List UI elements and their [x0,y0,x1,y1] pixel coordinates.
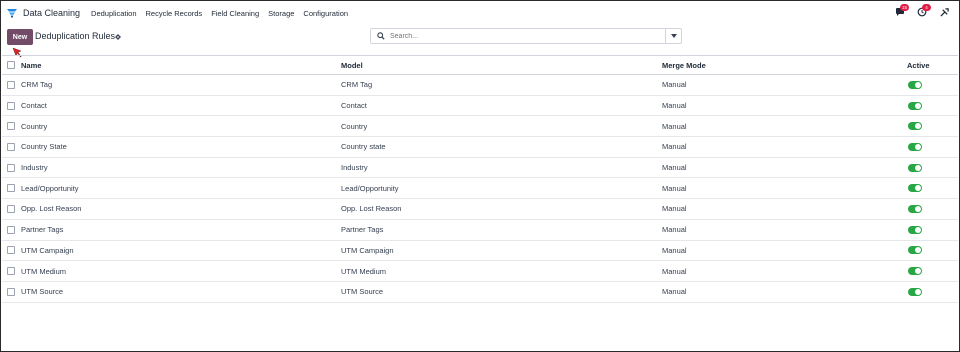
menu-field-cleaning[interactable]: Field Cleaning [211,9,259,18]
table-row[interactable]: Lead/Opportunity Lead/Opportunity Manual [2,178,958,200]
gear-icon[interactable] [115,33,121,42]
row-checkbox[interactable] [7,267,15,276]
select-all-checkbox[interactable] [7,61,15,69]
row-checkbox[interactable] [7,80,15,89]
search-bar [370,28,682,44]
cell-merge-mode: Manual [662,163,687,173]
cell-name: Opp. Lost Reason [21,204,82,214]
cell-name: UTM Campaign [21,245,74,255]
column-header-active[interactable]: Active [907,61,930,70]
data-cleaning-app-icon[interactable] [7,8,17,18]
navbar-systray: 15 4 [894,4,950,19]
search-icon [374,29,388,43]
debug-tools-button[interactable] [938,5,950,19]
cell-model: UTM Source [341,287,384,297]
cell-merge-mode: Manual [662,225,687,235]
cell-name: UTM Medium [21,266,67,276]
active-toggle[interactable] [908,204,922,213]
cell-name: CRM Tag [21,80,53,90]
row-checkbox[interactable] [7,101,15,110]
messages-badge: 15 [900,4,909,11]
cell-model: Industry [341,163,368,173]
table-row[interactable]: Partner Tags Partner Tags Manual [2,220,958,241]
table-row[interactable]: Contact Contact Manual [2,96,958,117]
active-toggle[interactable] [908,246,922,255]
cell-name: Lead/Opportunity [21,183,79,193]
caret-down-icon [670,34,677,38]
active-toggle[interactable] [908,101,922,110]
cell-name: Industry [21,163,48,173]
cell-name: Contact [21,101,47,111]
active-toggle[interactable] [908,122,922,131]
row-checkbox[interactable] [7,142,15,151]
table-row[interactable]: Opp. Lost Reason Opp. Lost Reason Manual [2,199,958,220]
cell-model: Opp. Lost Reason [341,204,402,214]
table-row[interactable]: Country Country Manual [2,116,958,138]
search-options-toggle[interactable] [665,29,681,43]
cell-merge-mode: Manual [662,266,687,276]
page-title: Deduplication Rules [35,31,116,41]
cell-merge-mode: Manual [662,142,687,152]
cell-name: Partner Tags [21,225,64,235]
active-toggle[interactable] [908,287,922,296]
activity-button[interactable]: 4 [916,4,931,19]
menu-configuration[interactable]: Configuration [303,9,348,18]
control-panel: New Deduplication Rules [2,25,958,53]
active-toggle[interactable] [908,80,922,89]
column-header-merge-mode[interactable]: Merge Mode [662,61,706,70]
cell-model: Lead/Opportunity [341,183,399,193]
cell-merge-mode: Manual [662,287,687,297]
row-checkbox[interactable] [7,122,15,131]
new-button[interactable]: New [7,29,33,45]
cell-merge-mode: Manual [662,101,687,111]
active-toggle[interactable] [908,142,922,151]
search-input[interactable] [388,30,665,42]
cell-merge-mode: Manual [662,183,687,193]
row-checkbox[interactable] [7,163,15,172]
app-name[interactable]: Data Cleaning [23,8,80,18]
active-toggle[interactable] [908,225,922,234]
table-row[interactable]: UTM Campaign UTM Campaign Manual [2,241,958,262]
top-navbar: Data Cleaning Deduplication Recycle Reco… [2,2,958,24]
cell-model: CRM Tag [341,80,373,90]
cell-name: UTM Source [21,287,64,297]
menu-recycle-records[interactable]: Recycle Records [146,9,203,18]
table-row[interactable]: UTM Medium UTM Medium Manual [2,261,958,282]
active-toggle[interactable] [908,184,922,193]
table-header-row: Name Model Merge Mode Active [2,55,958,75]
active-toggle[interactable] [908,163,922,172]
cell-model: Partner Tags [341,225,384,235]
table-row[interactable]: Industry Industry Manual [2,158,958,179]
window-frame: Data Cleaning Deduplication Recycle Reco… [0,0,960,352]
row-checkbox[interactable] [7,287,15,296]
cell-name: Country State [21,142,67,152]
cell-merge-mode: Manual [662,80,687,90]
cell-merge-mode: Manual [662,245,687,255]
table-row[interactable]: CRM Tag CRM Tag Manual [2,75,958,96]
menu-deduplication[interactable]: Deduplication [91,9,136,18]
row-checkbox[interactable] [7,204,15,213]
rules-table: Name Model Merge Mode Active CRM Tag CRM … [2,55,958,303]
column-header-model[interactable]: Model [341,61,363,70]
table-row[interactable]: UTM Source UTM Source Manual [2,282,958,303]
messages-button[interactable]: 15 [894,4,909,19]
column-header-name[interactable]: Name [21,61,41,70]
cell-model: Contact [341,101,367,111]
cell-model: UTM Medium [341,266,387,276]
cell-model: UTM Campaign [341,245,394,255]
row-checkbox[interactable] [7,246,15,255]
cell-model: Country state [341,142,386,152]
active-toggle[interactable] [908,267,922,276]
row-checkbox[interactable] [7,184,15,193]
activity-badge: 4 [922,4,931,11]
row-checkbox[interactable] [7,225,15,234]
tools-icon [939,7,949,17]
table-row[interactable]: Country State Country state Manual [2,137,958,158]
cell-merge-mode: Manual [662,204,687,214]
menu-storage[interactable]: Storage [268,9,294,18]
cell-model: Country [341,121,368,131]
cell-merge-mode: Manual [662,121,687,131]
cell-name: Country [21,121,48,131]
